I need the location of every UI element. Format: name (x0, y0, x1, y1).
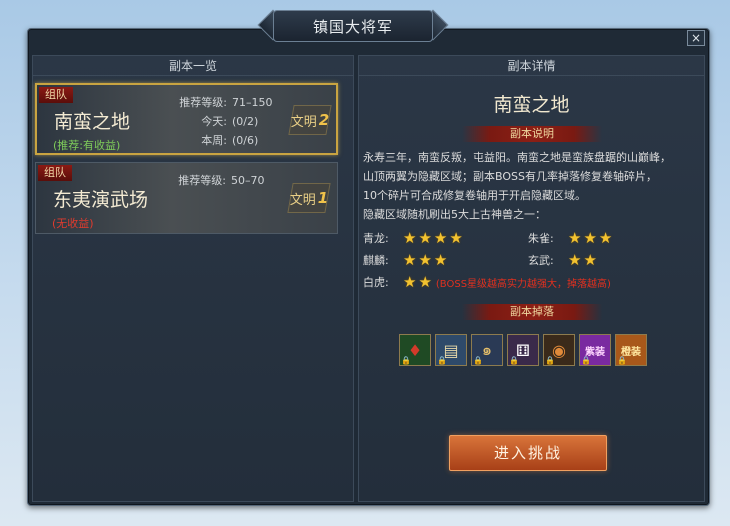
star-icon: ★ (598, 229, 613, 247)
dungeon-detail-header: 副本详情 (359, 56, 704, 76)
dice-icon[interactable]: ⚅ 🔒 (507, 334, 539, 366)
beast-row-zhuque: 朱雀: ★ ★ ★ (528, 229, 614, 247)
civilization-rank-badge: 文明 1 (284, 183, 334, 213)
orange-equip-icon[interactable]: 橙装 🔒 (615, 334, 647, 366)
detail-dungeon-name: 南蛮之地 (493, 94, 570, 116)
stat-label: 推荐等级: (179, 96, 227, 109)
dungeon-card-dongyi[interactable]: 组队 东夷演武场 (无收益) 推荐等级: 50–70 文明 1 (35, 162, 338, 234)
star-rating: ★ ★ ★ (403, 251, 449, 269)
star-icon: ★ (583, 251, 597, 269)
star-icon: ★ (449, 229, 463, 247)
lock-icon: 🔒 (473, 356, 483, 365)
dungeon-stats: 推荐等级: 50–70 (164, 171, 265, 190)
team-tag: 组队 (39, 87, 73, 103)
description-line: 山顶两翼为隐藏区域；副本BOSS有几率掉落修复卷轴碎片， (363, 170, 657, 183)
drops-ribbon: 副本掉落 (462, 304, 602, 320)
beast-row-qilin: 麒麟: ★ ★ ★ (363, 251, 449, 269)
star-rating: ★ ★ (568, 251, 599, 269)
description-line: 永寿三年，南蛮反叛，屯益阳。南蛮之地是蛮族盘踞的山巅峰， (363, 151, 671, 164)
rank-number: 2 (318, 111, 330, 129)
star-icon: ★ (568, 229, 582, 247)
beast-name: 麒麟: (363, 254, 389, 267)
stat-value: (0/2) (232, 115, 259, 128)
dungeon-list-header: 副本一览 (33, 56, 353, 76)
lock-icon: 🔒 (545, 356, 555, 365)
window-title: 镇国大将军 (273, 10, 433, 42)
team-tag: 组队 (38, 165, 72, 181)
stat-label: 推荐等级: (178, 174, 226, 187)
boss-star-note: (BOSS星级越高实力越强大，掉落越高) (435, 278, 611, 290)
star-rating: ★ ★ ★ ★ (403, 229, 465, 247)
dungeon-note: (推荐:有收益) (53, 139, 121, 152)
star-icon: ★ (403, 273, 417, 291)
lock-icon: 🔒 (581, 356, 591, 365)
ear-scroll-icon[interactable]: ๑ 🔒 (471, 334, 503, 366)
star-icon: ★ (418, 273, 432, 291)
close-button[interactable]: × (687, 30, 705, 46)
rank-number: 1 (317, 189, 329, 207)
stat-value: 71–150 (232, 96, 273, 109)
rank-label: 文明 (290, 114, 317, 130)
stat-label: 今天: (201, 115, 227, 128)
beast-name: 玄武: (528, 254, 554, 267)
scroll-map-icon[interactable]: ▤ 🔒 (435, 334, 467, 366)
stat-value: 50–70 (231, 174, 265, 187)
dungeon-card-nanman[interactable]: 组队 南蛮之地 (推荐:有收益) 推荐等级: 71–150 今天: (0/2) 本周… (35, 83, 338, 155)
star-rating: ★ ★ ★ (568, 229, 614, 247)
star-icon: ★ (433, 229, 448, 247)
star-icon: ★ (568, 251, 582, 269)
beast-row-xuanwu: 玄武: ★ ★ (528, 251, 599, 269)
beast-row-baihu: 白虎: ★ ★ (BOSS星级越高实力越强大，掉落越高) (363, 273, 611, 291)
description-ribbon: 副本说明 (462, 126, 602, 142)
lock-icon: 🔒 (401, 356, 411, 365)
dungeon-note: (无收益) (52, 217, 94, 230)
star-icon: ★ (418, 229, 432, 247)
star-rating: ★ ★ (403, 273, 434, 291)
beast-name: 白虎: (363, 276, 389, 289)
description-line: 隐藏区域随机刷出5大上古神兽之一： (363, 208, 546, 221)
rank-label: 文明 (289, 192, 316, 208)
lock-icon: 🔒 (437, 356, 447, 365)
enter-challenge-button[interactable]: 进入挑战 (449, 435, 607, 471)
beast-row-qinglong: 青龙: ★ ★ ★ ★ (363, 229, 465, 247)
purple-equip-icon[interactable]: 紫装 🔒 (579, 334, 611, 366)
star-icon: ★ (403, 229, 417, 247)
dungeon-name: 东夷演武场 (53, 189, 149, 211)
armor-icon[interactable]: ◉ 🔒 (543, 334, 575, 366)
star-icon: ★ (583, 229, 597, 247)
drop-items: ♦ 🔒 ▤ 🔒 ๑ 🔒 ⚅ 🔒 ◉ 🔒 紫装 🔒 橙装 🔒 (399, 334, 647, 366)
star-icon: ★ (403, 251, 417, 269)
red-gem-icon[interactable]: ♦ 🔒 (399, 334, 431, 366)
star-icon: ★ (418, 251, 432, 269)
dungeon-stats: 推荐等级: 71–150 今天: (0/2) 本周: (0/6) (165, 93, 273, 150)
dungeon-description: 永寿三年，南蛮反叛，屯益阳。南蛮之地是蛮族盘踞的山巅峰， 山顶两翼为隐藏区域；副… (363, 148, 701, 224)
lock-icon: 🔒 (617, 356, 627, 365)
star-icon: ★ (433, 251, 448, 269)
civilization-rank-badge: 文明 2 (285, 105, 335, 135)
lock-icon: 🔒 (509, 356, 519, 365)
dungeon-name: 南蛮之地 (54, 111, 131, 133)
beast-name: 朱雀: (528, 232, 554, 245)
description-line: 10个碎片可合成修复卷轴用于开启隐藏区域。 (363, 189, 586, 202)
stat-label: 本周: (201, 134, 227, 147)
beast-name: 青龙: (363, 232, 389, 245)
stat-value: (0/6) (232, 134, 259, 147)
